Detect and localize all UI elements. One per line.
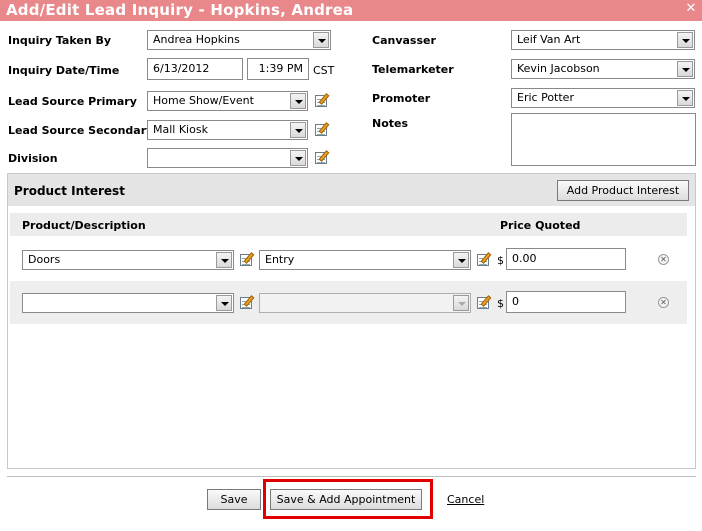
canvasser-value: Leif Van Art (517, 33, 581, 46)
edit-list-icon[interactable] (476, 252, 492, 267)
edit-list-icon[interactable] (314, 122, 330, 137)
price-column-header: Price Quoted (500, 219, 581, 232)
delete-row-icon[interactable]: ✕ (658, 254, 669, 265)
price-quoted-input[interactable]: 0 (506, 291, 626, 313)
add-product-interest-button[interactable]: Add Product Interest (557, 180, 689, 201)
timezone-label: CST (313, 64, 335, 77)
description-value: Entry (265, 253, 295, 266)
inquiry-datetime-label: Inquiry Date/Time (8, 64, 120, 77)
lead-source-primary-select[interactable]: Home Show/Event (147, 91, 308, 111)
telemarketer-value: Kevin Jacobson (517, 62, 600, 75)
chevron-down-icon[interactable] (290, 93, 306, 109)
inquiry-taken-by-select[interactable]: Andrea Hopkins (147, 30, 331, 50)
promoter-value: Eric Potter (517, 91, 574, 104)
chevron-down-icon[interactable] (216, 295, 232, 311)
chevron-down-icon[interactable] (453, 295, 469, 311)
footer-divider (7, 476, 696, 477)
lead-source-secondary-select[interactable]: Mall Kiosk (147, 120, 308, 140)
inquiry-taken-by-label: Inquiry Taken By (8, 34, 112, 47)
dialog-titlebar: Add/Edit Lead Inquiry - Hopkins, Andrea … (0, 0, 702, 21)
promoter-select[interactable]: Eric Potter (511, 88, 695, 108)
product-column-header: Product/Description (22, 219, 146, 232)
telemarketer-select[interactable]: Kevin Jacobson (511, 59, 695, 79)
save-button[interactable]: Save (207, 489, 261, 510)
edit-list-icon[interactable] (476, 295, 492, 310)
lead-source-primary-value: Home Show/Event (153, 94, 254, 107)
canvasser-label: Canvasser (372, 34, 436, 47)
chevron-down-icon[interactable] (313, 32, 329, 48)
lead-source-secondary-label: Lead Source Secondary (8, 124, 154, 137)
dialog-title: Add/Edit Lead Inquiry - Hopkins, Andrea (6, 1, 354, 19)
notes-textarea[interactable] (511, 113, 696, 166)
telemarketer-label: Telemarketer (372, 63, 454, 76)
currency-symbol: $ (497, 297, 504, 310)
inquiry-time-input[interactable]: 1:39 PM (247, 58, 309, 80)
product-select[interactable] (22, 293, 234, 313)
edit-list-icon[interactable] (239, 295, 255, 310)
currency-symbol: $ (497, 254, 504, 267)
close-icon[interactable]: ✕ (684, 2, 698, 16)
description-select[interactable]: Entry (259, 250, 471, 270)
promoter-label: Promoter (372, 92, 431, 105)
notes-label: Notes (372, 117, 409, 130)
highlight-box (263, 479, 433, 519)
division-label: Division (8, 152, 58, 165)
chevron-down-icon[interactable] (216, 252, 232, 268)
lead-source-primary-label: Lead Source Primary (8, 95, 137, 108)
cancel-link[interactable]: Cancel (447, 493, 484, 506)
product-select[interactable]: Doors (22, 250, 234, 270)
chevron-down-icon[interactable] (677, 90, 693, 106)
chevron-down-icon[interactable] (453, 252, 469, 268)
delete-row-icon[interactable]: ✕ (658, 297, 669, 308)
chevron-down-icon[interactable] (677, 61, 693, 77)
product-interest-title: Product Interest (14, 184, 125, 198)
chevron-down-icon[interactable] (677, 32, 693, 48)
edit-list-icon[interactable] (239, 252, 255, 267)
product-value: Doors (28, 253, 61, 266)
product-grid-header: Product/Description Price Quoted (10, 213, 687, 236)
division-select[interactable] (147, 148, 308, 168)
edit-list-icon[interactable] (314, 150, 330, 165)
chevron-down-icon[interactable] (290, 150, 306, 166)
inquiry-taken-by-value: Andrea Hopkins (153, 33, 240, 46)
lead-source-secondary-value: Mall Kiosk (153, 123, 208, 136)
price-quoted-input[interactable]: 0.00 (506, 248, 626, 270)
inquiry-date-input[interactable]: 6/13/2012 (147, 58, 243, 80)
description-select[interactable] (259, 293, 471, 313)
canvasser-select[interactable]: Leif Van Art (511, 30, 695, 50)
edit-list-icon[interactable] (314, 93, 330, 108)
chevron-down-icon[interactable] (290, 122, 306, 138)
